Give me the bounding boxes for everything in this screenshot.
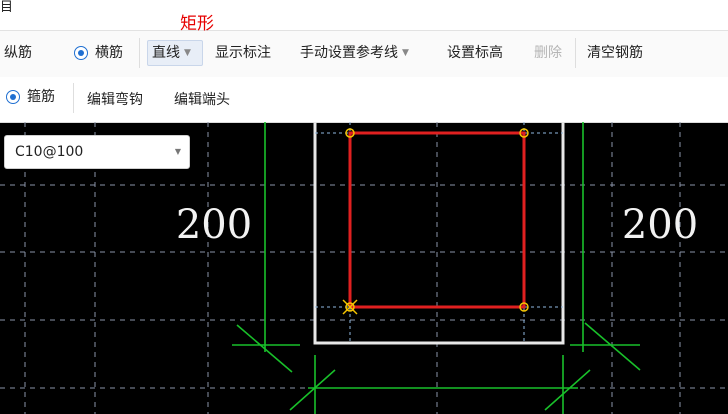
dimension-label-right: 200 (622, 202, 698, 248)
dimension-lines (232, 122, 641, 414)
dimension-label-left: 200 (176, 202, 252, 248)
rebar-spec-select[interactable]: C10@100 ▼ (4, 135, 190, 169)
stirrup-rectangle (348, 131, 526, 309)
snap-points (342, 128, 529, 315)
chevron-down-icon: ▼ (174, 147, 181, 156)
rebar-spec-value: C10@100 (15, 144, 84, 160)
drawing-canvas[interactable]: 200 200 (0, 0, 728, 414)
